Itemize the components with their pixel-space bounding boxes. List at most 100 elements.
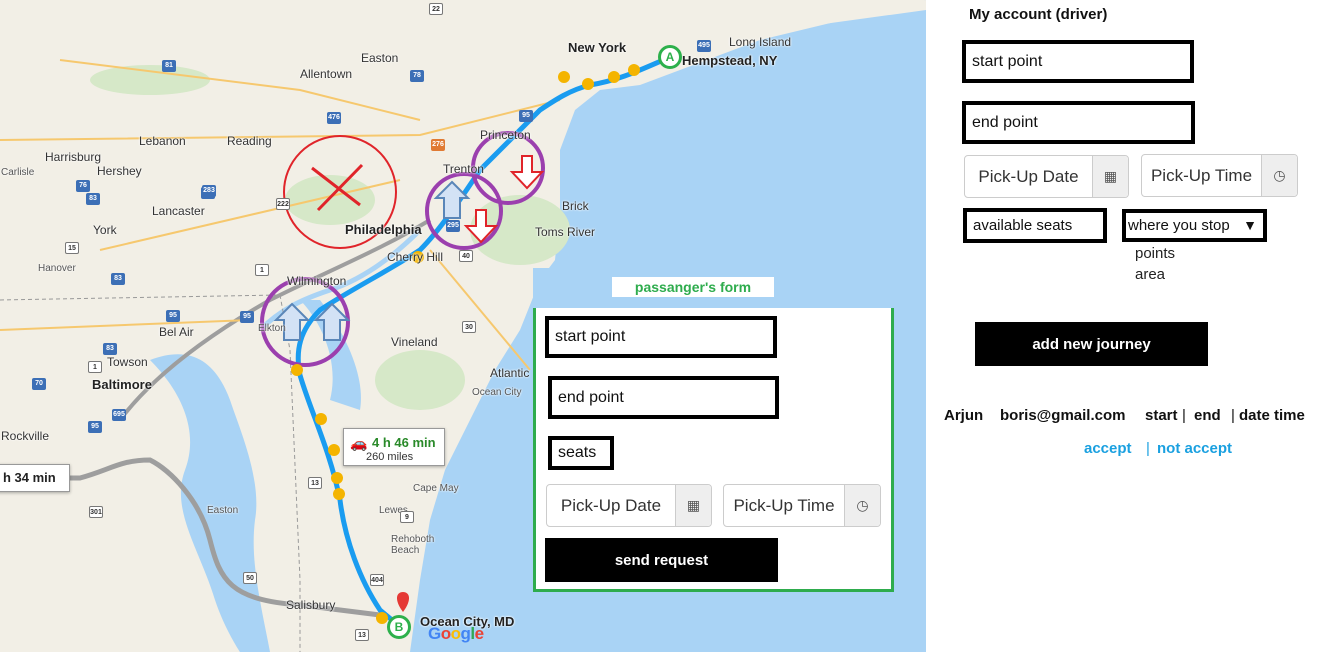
clock-icon[interactable]: ◷ <box>844 485 880 526</box>
map-label: Allentown <box>300 67 353 81</box>
stops-option-points[interactable]: points <box>1135 245 1175 262</box>
chevron-down-icon: ▼ <box>1243 217 1257 233</box>
map-label: York <box>93 223 117 237</box>
pickup-time-label: Pick-Up Time <box>1150 165 1253 185</box>
highway-shield: 78 <box>410 70 424 82</box>
not-accept-link[interactable]: not accept <box>1157 440 1232 457</box>
driver-pickup-date-field[interactable]: Pick-Up Date ▦ <box>964 155 1129 198</box>
passenger-end-point-input[interactable]: end point <box>548 376 779 419</box>
map-label: Rockville <box>1 429 50 443</box>
traffic-icon <box>558 71 570 83</box>
logo-letter: e <box>474 624 484 643</box>
map-label: Hanover <box>38 263 76 274</box>
driver-end-point-input[interactable]: end point <box>962 101 1195 144</box>
map-label: Towson <box>107 355 148 369</box>
park-area <box>375 350 465 410</box>
traffic-icon <box>328 444 340 456</box>
request-end: end <box>1194 407 1221 424</box>
highway-shield: 15 <box>65 242 79 254</box>
map-label: Philadelphia <box>345 222 422 237</box>
highway-shield: 83 <box>86 193 100 205</box>
stops-select[interactable]: where you stop ▼ <box>1122 209 1267 242</box>
highway-shield: 22 <box>429 3 443 15</box>
highway-shield: 30 <box>462 321 476 333</box>
map-label: Easton <box>361 51 399 65</box>
highway-shield: 76 <box>76 180 90 192</box>
map-label: Carlisle <box>1 167 35 178</box>
map-label: Bel Air <box>159 325 194 339</box>
car-icon: 🚗 <box>350 435 368 451</box>
add-new-journey-button[interactable]: add new journey <box>975 322 1208 366</box>
map-label: Harrisburg <box>45 150 102 164</box>
route-duration-box[interactable]: 🚗 4 h 46 min 260 miles <box>343 428 445 466</box>
map-label: Lebanon <box>139 134 186 148</box>
traffic-icon <box>608 71 620 83</box>
map-label: Trenton <box>443 162 484 176</box>
map-label: Easton <box>207 505 239 516</box>
passenger-pickup-time-field[interactable]: Pick-Up Time ◷ <box>723 484 881 527</box>
highway-shield: 222 <box>276 198 290 210</box>
traffic-icon <box>291 364 303 376</box>
alt-route-duration-box[interactable]: h 34 min <box>0 464 70 492</box>
passenger-form-title: passanger's form <box>612 277 774 297</box>
stops-option-area[interactable]: area <box>1135 266 1165 283</box>
highway-shield: 95 <box>519 110 533 122</box>
map-label: Wilmington <box>287 274 347 288</box>
route-map[interactable]: New York Hempstead, NY Long Island Allen… <box>0 0 926 652</box>
google-logo: Google <box>428 624 484 644</box>
pickup-date-label: Pick-Up Date <box>978 166 1079 186</box>
map-label: Princeton <box>480 128 531 142</box>
stops-select-value: where you stop <box>1128 217 1230 234</box>
clock-icon[interactable]: ◷ <box>1261 155 1297 196</box>
send-request-button[interactable]: send request <box>545 538 778 582</box>
map-label: Baltimore <box>92 377 152 392</box>
request-start: start <box>1145 407 1178 424</box>
traffic-icon <box>315 413 327 425</box>
calendar-icon[interactable]: ▦ <box>675 485 711 526</box>
map-label: Hempstead, NY <box>682 53 778 68</box>
driver-account-title: My account (driver) <box>969 6 1108 23</box>
start-marker[interactable]: A <box>658 45 682 69</box>
highway-shield: 50 <box>243 572 257 584</box>
highway-shield: 276 <box>431 139 445 151</box>
map-label: Elkton <box>258 323 286 334</box>
map-label: Cape May <box>413 483 459 494</box>
map-label: Lancaster <box>152 204 205 218</box>
highway-shield: 1 <box>255 264 269 276</box>
route-duration: 4 h 46 min <box>372 435 436 450</box>
map-label: New York <box>568 40 627 55</box>
highway-shield: 1 <box>88 361 102 373</box>
highway-shield: 695 <box>112 409 126 421</box>
calendar-icon[interactable]: ▦ <box>1092 156 1128 197</box>
highway-shield: 83 <box>103 343 117 355</box>
passenger-seats-input[interactable]: seats <box>548 436 614 470</box>
highway-shield: 13 <box>355 629 369 641</box>
accept-link[interactable]: accept <box>1084 440 1132 457</box>
highway-shield: 70 <box>32 378 46 390</box>
highway-shield: 95 <box>166 310 180 322</box>
separator: | <box>1146 440 1150 457</box>
passenger-form: passanger's form start point end point s… <box>533 268 894 592</box>
highway-shield: 476 <box>327 112 341 124</box>
available-seats-input[interactable]: available seats <box>963 208 1107 243</box>
highway-shield: 83 <box>111 273 125 285</box>
map-label: Toms River <box>535 225 596 239</box>
map-label: Vineland <box>391 335 438 349</box>
request-date-time: date time <box>1239 407 1305 424</box>
highway-shield: 95 <box>240 311 254 323</box>
traffic-icon <box>376 612 388 624</box>
traffic-icon <box>582 78 594 90</box>
pickup-date-label: Pick-Up Date <box>560 495 662 515</box>
map-label: Beach <box>391 545 420 556</box>
driver-start-point-input[interactable]: start point <box>962 40 1194 83</box>
end-marker[interactable]: B <box>387 615 411 639</box>
request-user-name: Arjun <box>944 407 984 424</box>
highway-shield: 295 <box>446 220 460 232</box>
highway-shield: 81 <box>162 60 176 72</box>
passenger-start-point-input[interactable]: start point <box>545 316 777 358</box>
pickup-time-label: Pick-Up Time <box>733 495 835 515</box>
passenger-pickup-date-field[interactable]: Pick-Up Date ▦ <box>546 484 712 527</box>
map-label: Rehoboth <box>391 534 435 545</box>
driver-pickup-time-field[interactable]: Pick-Up Time ◷ <box>1141 154 1298 197</box>
logo-letter: o <box>440 624 451 643</box>
